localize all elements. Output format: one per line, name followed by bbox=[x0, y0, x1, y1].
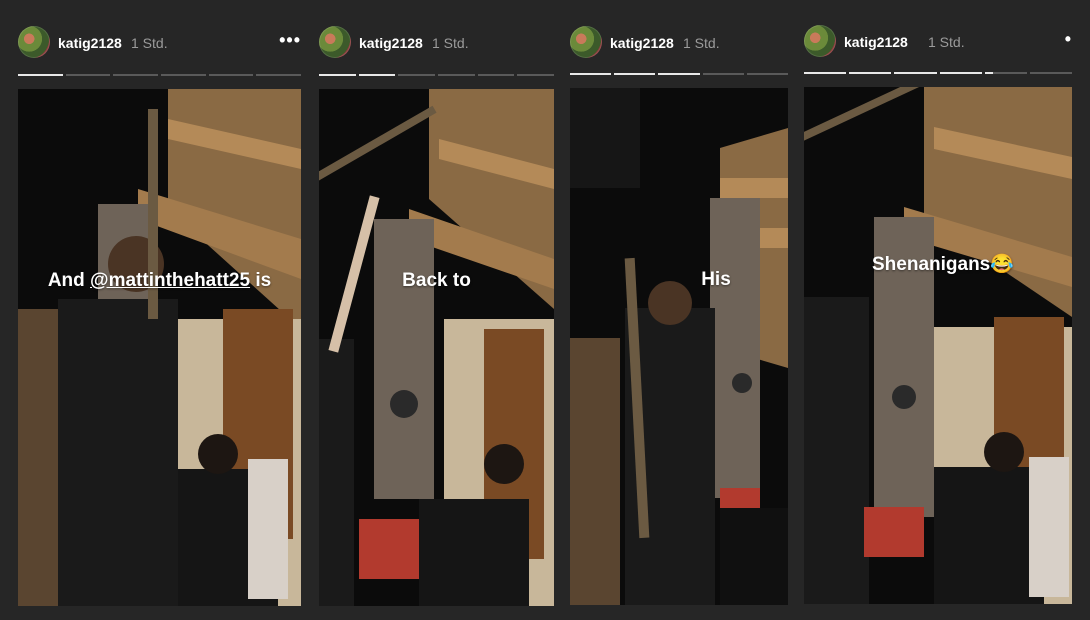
username[interactable]: katig2128 bbox=[58, 35, 122, 51]
user-avatar[interactable] bbox=[319, 26, 351, 58]
progress-segment bbox=[1029, 72, 1073, 74]
user-avatar[interactable] bbox=[570, 26, 602, 58]
story-photo[interactable]: His bbox=[570, 88, 788, 605]
progress-segment bbox=[804, 72, 847, 74]
progress-segment bbox=[18, 74, 63, 76]
progress-segment bbox=[614, 73, 656, 75]
story-photo-drawing bbox=[18, 89, 301, 606]
username[interactable]: katig2128 bbox=[359, 35, 423, 51]
progress-segment bbox=[517, 74, 555, 76]
progress-segment bbox=[113, 74, 159, 76]
dot-icon[interactable]: • bbox=[1065, 29, 1072, 50]
username[interactable]: katig2128 bbox=[610, 35, 674, 51]
story-header: katig2128 1 Std. ••• bbox=[18, 26, 301, 60]
progress-segment bbox=[570, 73, 612, 75]
more-dots-icon[interactable]: ••• bbox=[279, 30, 301, 51]
username[interactable]: katig2128 bbox=[844, 34, 908, 50]
story-photo[interactable]: And @mattinthehatt25 is bbox=[18, 89, 301, 606]
progress-segment bbox=[161, 74, 206, 76]
story-panel[interactable]: katig2128 1 Std. Back to bbox=[319, 0, 555, 620]
story-photo-drawing bbox=[570, 88, 788, 605]
timestamp: 1 Std. bbox=[928, 34, 965, 50]
story-panel[interactable]: katig2128 1 Std. • Shenanigans😂 bbox=[804, 0, 1073, 620]
progress-segment bbox=[658, 73, 700, 75]
story-caption: Back to bbox=[402, 270, 471, 291]
progress-segment bbox=[746, 73, 789, 75]
story-progress bbox=[570, 73, 789, 75]
caption-text: And bbox=[47, 270, 91, 291]
story-photo[interactable]: Shenanigans😂 bbox=[804, 87, 1072, 604]
story-progress bbox=[804, 72, 1073, 74]
story-progress bbox=[319, 74, 555, 76]
user-avatar[interactable] bbox=[804, 25, 836, 57]
story-caption: His bbox=[701, 269, 731, 290]
mention-link[interactable]: @mattinthehatt25 bbox=[90, 270, 250, 291]
story-header: katig2128 1 Std. bbox=[319, 26, 554, 60]
progress-segment bbox=[894, 72, 937, 74]
progress-segment bbox=[319, 74, 356, 76]
story-caption: And @mattinthehatt25 is bbox=[18, 270, 301, 292]
progress-segment bbox=[256, 74, 302, 76]
story-panel[interactable]: katig2128 1 Std. His bbox=[570, 0, 789, 620]
progress-segment bbox=[939, 72, 982, 74]
story-header: katig2128 1 Std. bbox=[570, 26, 788, 60]
timestamp: 1 Std. bbox=[131, 35, 168, 51]
story-caption: Shenanigans😂 bbox=[872, 254, 1014, 275]
progress-segment bbox=[477, 74, 515, 76]
progress-segment bbox=[984, 72, 1027, 74]
story-photo-drawing bbox=[804, 87, 1072, 604]
progress-segment bbox=[398, 74, 436, 76]
caption-text: is bbox=[250, 270, 272, 291]
progress-segment bbox=[438, 74, 475, 76]
story-photo[interactable]: Back to bbox=[319, 89, 554, 606]
story-photo-drawing bbox=[319, 89, 554, 606]
story-progress bbox=[18, 74, 302, 76]
story-panel[interactable]: katig2128 1 Std. ••• And @mattinthehatt2… bbox=[18, 0, 302, 620]
progress-segment bbox=[849, 72, 892, 74]
timestamp: 1 Std. bbox=[683, 35, 720, 51]
progress-segment bbox=[65, 74, 111, 76]
progress-segment bbox=[208, 74, 254, 76]
timestamp: 1 Std. bbox=[432, 35, 469, 51]
progress-segment bbox=[702, 73, 744, 75]
story-header: katig2128 1 Std. • bbox=[804, 25, 1072, 59]
progress-segment bbox=[358, 74, 396, 76]
user-avatar[interactable] bbox=[18, 26, 50, 58]
